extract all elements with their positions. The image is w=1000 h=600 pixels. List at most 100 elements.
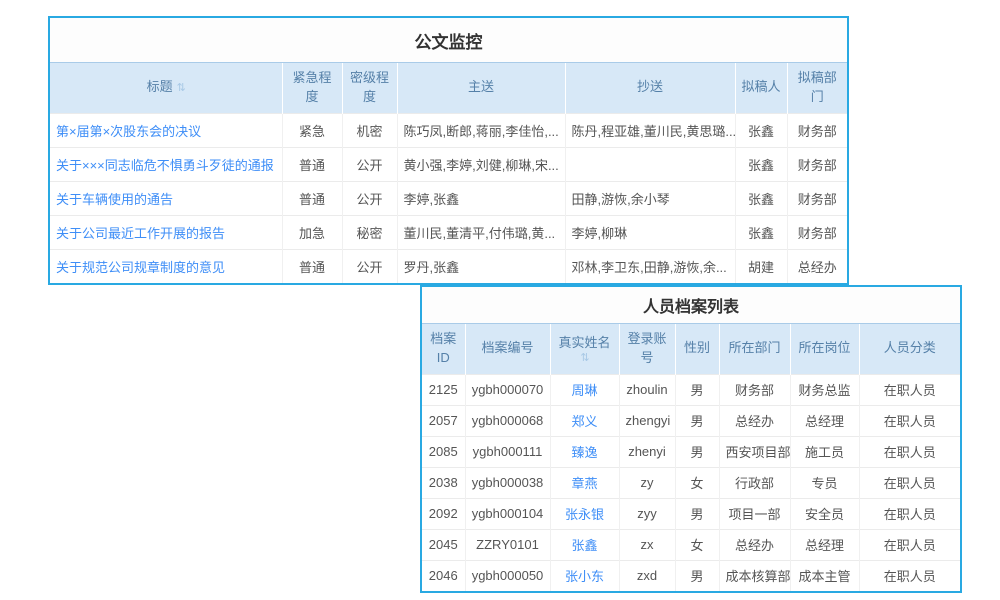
cell-category: 在职人员 — [859, 467, 960, 498]
cell-draft_dept: 财务部 — [787, 113, 847, 147]
table-row: 关于规范公司规章制度的意见普通公开罗丹,张鑫邓林,李卫东,田静,游恢,余...胡… — [50, 249, 847, 283]
table-row: 2125ygbh000070周琳zhoulin男财务部财务总监在职人员 — [422, 374, 960, 405]
cell-urgency: 普通 — [282, 249, 342, 283]
cell-category: 在职人员 — [859, 436, 960, 467]
cell-id: 2046 — [422, 560, 465, 591]
document-title-link[interactable]: 第×届第×次股东会的决议 — [56, 124, 201, 139]
personnel-table: 档案ID 档案编号 真实姓名 ⇅ 登录账号 性别 所在部门 所在岗位 人员分类 … — [422, 323, 960, 591]
cell-draft_dept: 财务部 — [787, 181, 847, 215]
cell-gender: 男 — [675, 405, 719, 436]
personnel-title: 人员档案列表 — [422, 287, 960, 323]
cell-gender: 男 — [675, 498, 719, 529]
cell-security: 公开 — [342, 147, 397, 181]
column-header-main-to: 主送 — [397, 63, 565, 114]
cell-dept: 项目一部 — [719, 498, 790, 529]
cell-main_to: 黄小强,李婷,刘健,柳琳,宋... — [397, 147, 565, 181]
column-header-security: 密级程度 — [342, 63, 397, 114]
table-row: 2046ygbh000050张小东zxd男成本核算部成本主管在职人员 — [422, 560, 960, 591]
cell-drafter: 胡建 — [735, 249, 787, 283]
cell-dept: 成本核算部 — [719, 560, 790, 591]
column-header-real-name[interactable]: 真实姓名 ⇅ — [550, 324, 619, 375]
cell-name: 郑义 — [550, 405, 619, 436]
cell-security: 机密 — [342, 113, 397, 147]
doc-monitor-table: 标题⇅ 紧急程度 密级程度 主送 抄送 拟稿人 拟稿部门 第×届第×次股东会的决… — [50, 62, 847, 283]
cell-category: 在职人员 — [859, 529, 960, 560]
cell-drafter: 张鑫 — [735, 215, 787, 249]
cell-name: 张鑫 — [550, 529, 619, 560]
cell-cc: 陈丹,程亚雄,董川民,黄思璐... — [565, 113, 735, 147]
cell-cc: 邓林,李卫东,田静,游恢,余... — [565, 249, 735, 283]
cell-category: 在职人员 — [859, 374, 960, 405]
cell-id: 2125 — [422, 374, 465, 405]
cell-urgency: 加急 — [282, 215, 342, 249]
cell-main_to: 陈巧凤,断郎,蒋丽,李佳怡,... — [397, 113, 565, 147]
cell-code: ygbh000111 — [465, 436, 550, 467]
cell-dept: 财务部 — [719, 374, 790, 405]
person-name-link[interactable]: 郑义 — [571, 414, 597, 429]
cell-drafter: 张鑫 — [735, 113, 787, 147]
cell-code: ygbh000068 — [465, 405, 550, 436]
cell-drafter: 张鑫 — [735, 181, 787, 215]
cell-code: ZZRY0101 — [465, 529, 550, 560]
cell-id: 2085 — [422, 436, 465, 467]
cell-id: 2092 — [422, 498, 465, 529]
table-row: 关于公司最近工作开展的报告加急秘密董川民,董清平,付伟璐,黄...李婷,柳琳张鑫… — [50, 215, 847, 249]
document-title-link[interactable]: 关于公司最近工作开展的报告 — [56, 226, 225, 241]
column-header-urgency: 紧急程度 — [282, 63, 342, 114]
cell-post: 成本主管 — [790, 560, 859, 591]
cell-post: 安全员 — [790, 498, 859, 529]
cell-name: 张永银 — [550, 498, 619, 529]
column-header-gender: 性别 — [675, 324, 719, 375]
cell-dept: 总经办 — [719, 405, 790, 436]
cell-account: zhengyi — [619, 405, 675, 436]
cell-name: 周琳 — [550, 374, 619, 405]
header-row: 档案ID 档案编号 真实姓名 ⇅ 登录账号 性别 所在部门 所在岗位 人员分类 — [422, 324, 960, 375]
table-row: 关于×××同志临危不惧勇斗歹徒的通报普通公开黄小强,李婷,刘健,柳琳,宋...张… — [50, 147, 847, 181]
table-row: 2045ZZRY0101张鑫zx女总经办总经理在职人员 — [422, 529, 960, 560]
document-monitor-panel: 公文监控 标题⇅ 紧急程度 密级程度 主送 抄送 拟稿人 拟稿部门 第×届第×次… — [48, 16, 849, 285]
cell-post: 施工员 — [790, 436, 859, 467]
table-row: 2085ygbh000111臻逸zhenyi男西安项目部施工员在职人员 — [422, 436, 960, 467]
cell-urgency: 普通 — [282, 147, 342, 181]
sort-icon[interactable]: ⇅ — [556, 353, 614, 363]
person-name-link[interactable]: 张小东 — [565, 569, 604, 584]
cell-title: 关于公司最近工作开展的报告 — [50, 215, 282, 249]
personnel-archive-panel: 人员档案列表 档案ID 档案编号 真实姓名 ⇅ 登录账号 性别 所在部门 所在岗… — [420, 285, 962, 593]
table-row: 2092ygbh000104张永银zyy男项目一部安全员在职人员 — [422, 498, 960, 529]
person-name-link[interactable]: 张永银 — [565, 507, 604, 522]
cell-title: 关于×××同志临危不惧勇斗歹徒的通报 — [50, 147, 282, 181]
column-header-cc: 抄送 — [565, 63, 735, 114]
cell-gender: 男 — [675, 560, 719, 591]
cell-gender: 女 — [675, 467, 719, 498]
person-name-link[interactable]: 臻逸 — [571, 445, 597, 460]
cell-id: 2038 — [422, 467, 465, 498]
person-name-link[interactable]: 章燕 — [571, 476, 597, 491]
table-row: 第×届第×次股东会的决议紧急机密陈巧凤,断郎,蒋丽,李佳怡,...陈丹,程亚雄,… — [50, 113, 847, 147]
cell-category: 在职人员 — [859, 405, 960, 436]
cell-id: 2057 — [422, 405, 465, 436]
document-title-link[interactable]: 关于车辆使用的通告 — [56, 192, 173, 207]
person-name-link[interactable]: 张鑫 — [571, 538, 597, 553]
column-header-archive-code: 档案编号 — [465, 324, 550, 375]
cell-security: 秘密 — [342, 215, 397, 249]
header-row: 标题⇅ 紧急程度 密级程度 主送 抄送 拟稿人 拟稿部门 — [50, 63, 847, 114]
doc-monitor-title: 公文监控 — [50, 18, 847, 62]
person-name-link[interactable]: 周琳 — [571, 383, 597, 398]
cell-account: zyy — [619, 498, 675, 529]
cell-cc: 李婷,柳琳 — [565, 215, 735, 249]
table-row: 2038ygbh000038章燕zy女行政部专员在职人员 — [422, 467, 960, 498]
document-title-link[interactable]: 关于规范公司规章制度的意见 — [56, 260, 225, 275]
sort-icon[interactable]: ⇅ — [177, 81, 185, 97]
cell-draft_dept: 财务部 — [787, 147, 847, 181]
cell-category: 在职人员 — [859, 498, 960, 529]
column-header-title[interactable]: 标题⇅ — [50, 63, 282, 114]
column-header-archive-id: 档案ID — [422, 324, 465, 375]
cell-main_to: 罗丹,张鑫 — [397, 249, 565, 283]
cell-account: zxd — [619, 560, 675, 591]
column-header-drafter: 拟稿人 — [735, 63, 787, 114]
column-header-post: 所在岗位 — [790, 324, 859, 375]
column-header-category: 人员分类 — [859, 324, 960, 375]
cell-code: ygbh000038 — [465, 467, 550, 498]
cell-category: 在职人员 — [859, 560, 960, 591]
document-title-link[interactable]: 关于×××同志临危不惧勇斗歹徒的通报 — [56, 158, 274, 173]
